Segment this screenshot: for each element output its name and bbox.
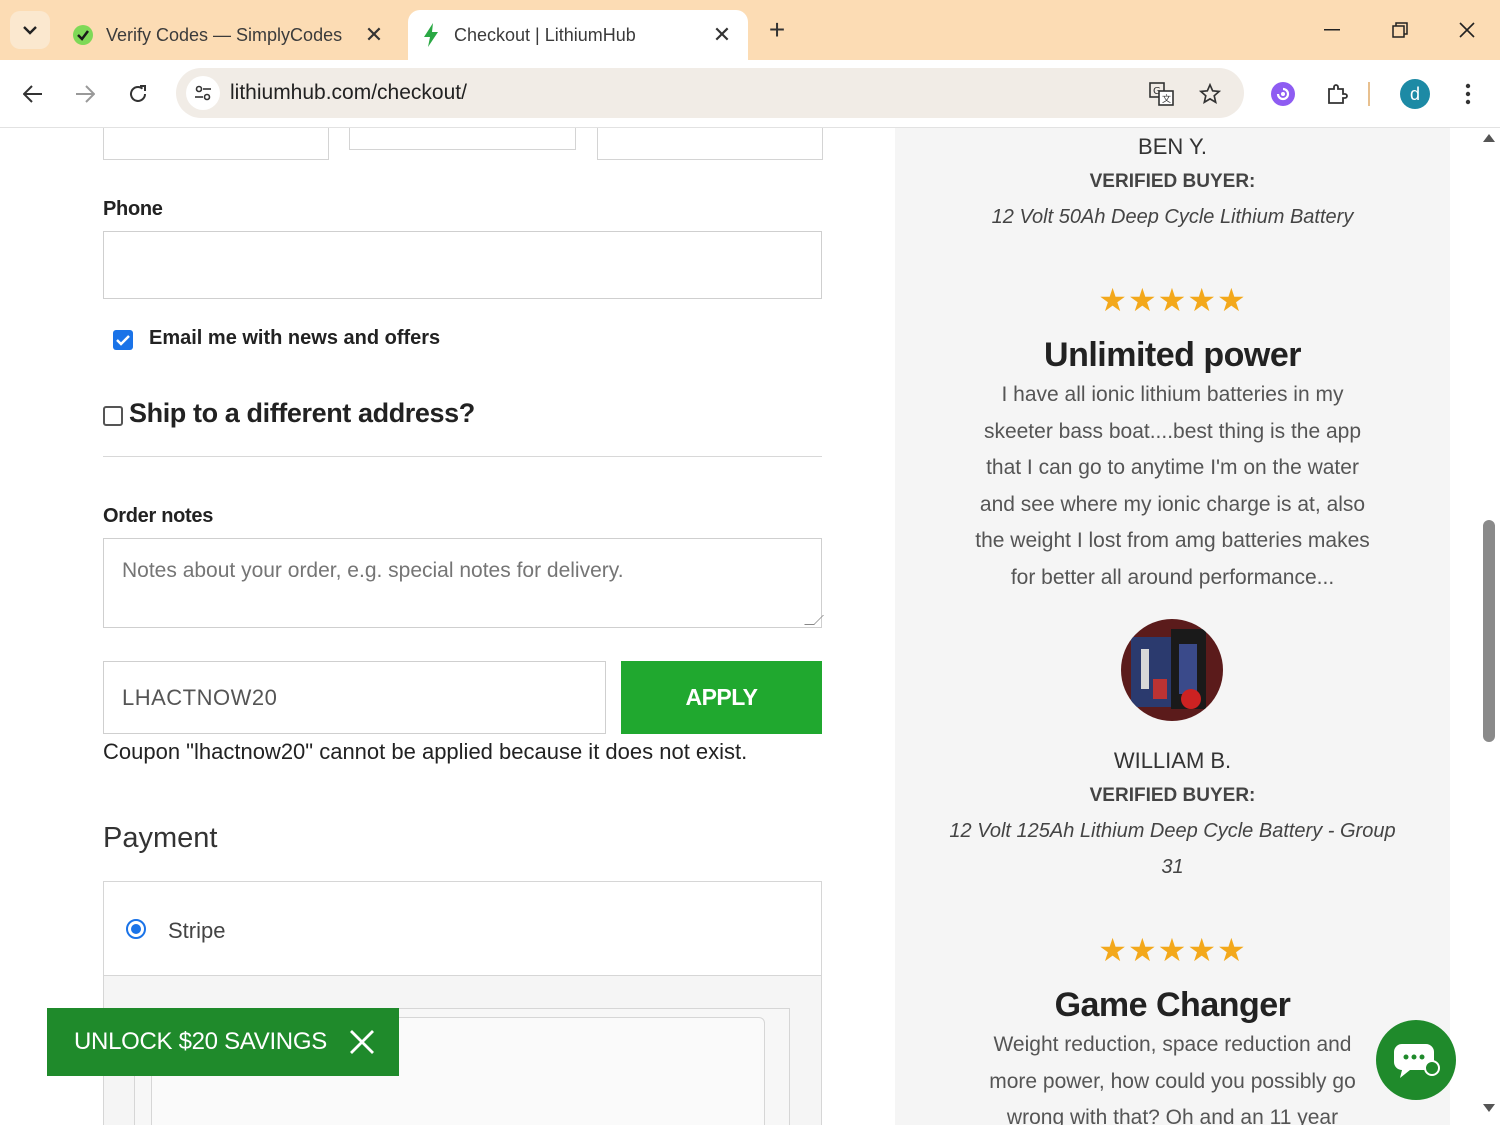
address-field-partial[interactable] xyxy=(103,128,329,160)
tab-title: Checkout | LithiumHub xyxy=(454,24,636,45)
email-opt-in-checkbox[interactable] xyxy=(113,330,133,350)
reload-icon xyxy=(130,85,146,102)
close-tab-icon[interactable]: ✕ xyxy=(360,21,388,49)
tab-lithiumhub[interactable]: Checkout | LithiumHub ✕ xyxy=(408,10,748,60)
phone-label: Phone xyxy=(103,198,163,220)
close-icon[interactable] xyxy=(347,1027,377,1057)
section-divider xyxy=(103,456,822,457)
back-button[interactable] xyxy=(13,74,53,114)
page-scrollbar[interactable] xyxy=(1478,128,1500,1125)
reviews-sidebar: BEN Y. VERIFIED BUYER: 12 Volt 50Ah Deep… xyxy=(895,128,1450,1125)
close-window-button[interactable] xyxy=(1437,8,1497,52)
arrow-right-icon xyxy=(76,85,95,103)
review-product: 12 Volt 50Ah Deep Cycle Lithium Battery xyxy=(991,206,1354,228)
restore-icon xyxy=(1392,22,1408,38)
minimize-button[interactable] xyxy=(1302,8,1362,52)
chat-icon xyxy=(1394,1044,1440,1078)
address-field-partial[interactable] xyxy=(349,128,576,150)
verified-buyer-label: VERIFIED BUYER: xyxy=(1089,171,1256,192)
order-notes-textarea[interactable]: Notes about your order, e.g. special not… xyxy=(103,538,824,628)
minimize-icon xyxy=(1324,29,1340,31)
reviewer-name: WILLIAM B. xyxy=(1113,748,1232,773)
review-title: Game Changer xyxy=(1054,986,1291,1024)
review-body-line: skeeter bass boat....best thing is the a… xyxy=(983,419,1362,443)
site-settings-icon[interactable] xyxy=(186,76,220,110)
review-body-line: the weight I lost from amg batteries mak… xyxy=(975,529,1370,552)
scroll-thumb[interactable] xyxy=(1483,520,1495,742)
browser-toolbar: lithiumhub.com/checkout/ G文 d xyxy=(0,60,1500,128)
reviewer-name: BEN Y. xyxy=(1138,134,1207,159)
address-field-partial[interactable] xyxy=(597,128,823,160)
ship-different-label[interactable]: Ship to a different address? xyxy=(129,398,475,429)
close-icon xyxy=(1459,22,1475,38)
coupon-input[interactable]: LHACTNOW20 xyxy=(103,661,606,734)
lightning-icon xyxy=(420,23,442,47)
address-bar[interactable]: lithiumhub.com/checkout/ G文 xyxy=(176,68,1244,118)
payment-heading: Payment xyxy=(103,822,218,854)
apply-coupon-button[interactable]: APPLY xyxy=(621,661,822,734)
stripe-radio[interactable] xyxy=(126,919,146,939)
new-tab-button[interactable]: + xyxy=(760,14,794,46)
reviewer-photo xyxy=(1121,619,1223,721)
review-product-line: 31 xyxy=(1161,856,1184,878)
close-tab-icon[interactable]: ✕ xyxy=(708,21,736,49)
unlock-savings-label[interactable]: UNLOCK $20 SAVINGS xyxy=(74,1028,327,1056)
checkout-page: Phone Email me with news and offers Ship… xyxy=(0,128,1500,1125)
svg-text:文: 文 xyxy=(1162,93,1171,105)
review-body-line: and see where my ionic charge is at, als… xyxy=(979,492,1366,516)
tab-search-button[interactable] xyxy=(10,11,50,49)
avatar: d xyxy=(1400,79,1430,109)
phone-input[interactable] xyxy=(103,231,822,299)
stripe-label[interactable]: Stripe xyxy=(168,918,225,944)
scroll-up-arrow-icon[interactable] xyxy=(1483,134,1495,142)
star-rating-icon: ★★★★★ xyxy=(1098,932,1247,968)
review-body-line: I have all ionic lithium batteries in my xyxy=(1001,383,1344,406)
order-notes-label: Order notes xyxy=(103,505,214,527)
forward-button[interactable] xyxy=(65,74,105,114)
review-body-line: for better all around performance... xyxy=(1010,565,1335,589)
email-opt-in-label[interactable]: Email me with news and offers xyxy=(149,327,440,350)
coupon-error-message: Coupon "lhactnow20" cannot be applied be… xyxy=(103,739,748,764)
chat-widget-button[interactable] xyxy=(1376,1020,1456,1100)
restore-button[interactable] xyxy=(1370,8,1430,52)
review-body: I have all ionic lithium batteries in my… xyxy=(895,377,1450,596)
payment-method-stripe[interactable]: Stripe xyxy=(104,882,821,976)
extensions-puzzle-icon[interactable] xyxy=(1320,77,1354,111)
review-product: 12 Volt 125Ah Lithium Deep Cycle Battery… xyxy=(895,813,1450,885)
review-body-line: more power, how could you possibly go xyxy=(989,1069,1356,1093)
tab-title: Verify Codes — SimplyCodes xyxy=(106,24,343,45)
review-body-line: that I can go to anytime I'm on the wate… xyxy=(986,456,1359,479)
url-text[interactable]: lithiumhub.com/checkout/ xyxy=(230,81,467,105)
chevron-down-icon xyxy=(23,26,37,35)
unlock-savings-banner[interactable]: UNLOCK $20 SAVINGS xyxy=(47,1008,399,1076)
bookmark-star-icon[interactable] xyxy=(1196,80,1224,108)
ship-different-checkbox[interactable] xyxy=(103,406,123,426)
tab-simplycodes[interactable]: Verify Codes — SimplyCodes ✕ xyxy=(60,10,400,60)
review-body-line: Weight reduction, space reduction and xyxy=(993,1033,1352,1056)
reload-button[interactable] xyxy=(118,74,158,114)
checkout-form: Phone Email me with news and offers Ship… xyxy=(0,128,895,1125)
review-product-line: 12 Volt 125Ah Lithium Deep Cycle Battery… xyxy=(949,820,1396,842)
toolbar-divider xyxy=(1368,77,1370,111)
scroll-down-arrow-icon[interactable] xyxy=(1483,1104,1495,1112)
coupon-value: LHACTNOW20 xyxy=(122,685,278,710)
review-body: Weight reduction, space reduction and mo… xyxy=(895,1027,1450,1125)
profile-avatar[interactable]: d xyxy=(1398,77,1432,111)
kebab-menu-icon xyxy=(1465,83,1471,105)
review-body-line: wrong with that? Oh and an 11 year xyxy=(1006,1106,1339,1125)
checkmark-icon xyxy=(116,335,130,346)
extension-pin-icon[interactable] xyxy=(1266,77,1300,111)
payment-methods: Stripe xyxy=(103,881,822,1125)
simplycodes-icon xyxy=(72,24,94,46)
star-rating-icon: ★★★★★ xyxy=(1098,282,1247,318)
review-title: Unlimited power xyxy=(1044,336,1301,374)
tab-strip: Verify Codes — SimplyCodes ✕ Checkout | … xyxy=(0,0,1500,60)
verified-buyer-label: VERIFIED BUYER: xyxy=(1089,785,1256,806)
order-notes-placeholder: Notes about your order, e.g. special not… xyxy=(122,559,624,582)
resize-handle-icon[interactable] xyxy=(804,615,824,625)
translate-icon[interactable]: G文 xyxy=(1148,80,1176,108)
browser-menu-button[interactable] xyxy=(1451,77,1485,111)
arrow-left-icon xyxy=(23,85,42,103)
